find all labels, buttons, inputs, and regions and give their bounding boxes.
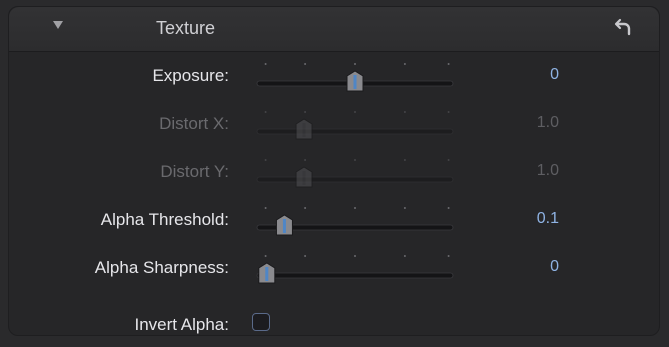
slider-tick <box>264 159 267 161</box>
slider-thumb[interactable] <box>258 262 276 284</box>
slider-thumb[interactable] <box>275 214 293 236</box>
texture-section: Texture Exposure: 0 Distort X: 1.0 Distort Y… <box>8 6 660 336</box>
slider-tick <box>403 207 406 209</box>
slider-tick <box>354 255 356 257</box>
slider-track <box>256 272 454 279</box>
distort-x-slider <box>256 111 454 140</box>
slider-thumb <box>295 118 313 140</box>
slider-tick <box>304 111 307 113</box>
disclosure-triangle-icon[interactable] <box>53 21 63 29</box>
exposure-label: Exposure: <box>152 66 229 85</box>
exposure-value[interactable]: 0 <box>509 66 559 84</box>
distort-y-slider <box>256 159 454 188</box>
distort-y-row: Distort Y: 1.0 <box>9 154 659 194</box>
slider-thumb[interactable] <box>346 70 364 92</box>
alpha-threshold-row: Alpha Threshold: 0.1 <box>9 202 659 242</box>
slider-tick <box>447 159 450 161</box>
slider-tick <box>304 255 307 257</box>
slider-tick <box>264 63 267 65</box>
slider-tick <box>447 63 450 65</box>
exposure-slider[interactable] <box>251 58 459 98</box>
alpha-sharpness-value[interactable]: 0 <box>509 258 559 276</box>
slider-tick <box>304 63 307 65</box>
slider-tick <box>264 207 267 209</box>
slider-tick <box>447 111 450 113</box>
slider-tick <box>354 207 356 209</box>
distort-y-value: 1.0 <box>536 162 559 179</box>
slider-tick <box>403 111 406 113</box>
slider-tick <box>354 111 356 113</box>
slider-tick <box>403 159 406 161</box>
alpha-threshold-value[interactable]: 0.1 <box>509 210 559 228</box>
exposure-row: Exposure: 0 <box>9 58 659 98</box>
slider-tick <box>264 255 267 257</box>
slider-tick <box>447 255 450 257</box>
alpha-sharpness-row: Alpha Sharpness: 0 <box>9 250 659 290</box>
slider-tick <box>304 207 307 209</box>
distort-x-row: Distort X: 1.0 <box>9 106 659 146</box>
slider-tick <box>447 207 450 209</box>
invert-alpha-row: Invert Alpha: <box>9 307 659 347</box>
invert-alpha-checkbox[interactable] <box>252 313 270 331</box>
slider-tick <box>403 255 406 257</box>
distort-x-label: Distort X: <box>159 114 229 133</box>
slider-tick <box>304 159 307 161</box>
reset-arrow-icon[interactable] <box>611 15 635 39</box>
section-header: Texture <box>9 7 659 52</box>
section-title: Texture <box>156 18 216 38</box>
slider-tick <box>354 63 356 65</box>
slider-tick <box>403 63 406 65</box>
alpha-threshold-slider[interactable] <box>251 202 459 242</box>
invert-alpha-label: Invert Alpha: <box>134 315 229 334</box>
inspector-panel: Texture Exposure: 0 Distort X: 1.0 Distort Y… <box>0 0 669 338</box>
slider-track <box>256 128 454 135</box>
distort-y-label: Distort Y: <box>160 162 229 181</box>
slider-thumb <box>295 166 313 188</box>
slider-track <box>256 176 454 183</box>
alpha-sharpness-label: Alpha Sharpness: <box>94 258 229 277</box>
alpha-sharpness-slider[interactable] <box>251 250 459 290</box>
distort-x-value: 1.0 <box>536 114 559 131</box>
slider-tick <box>264 111 267 113</box>
alpha-threshold-label: Alpha Threshold: <box>100 210 229 229</box>
slider-tick <box>354 159 356 161</box>
